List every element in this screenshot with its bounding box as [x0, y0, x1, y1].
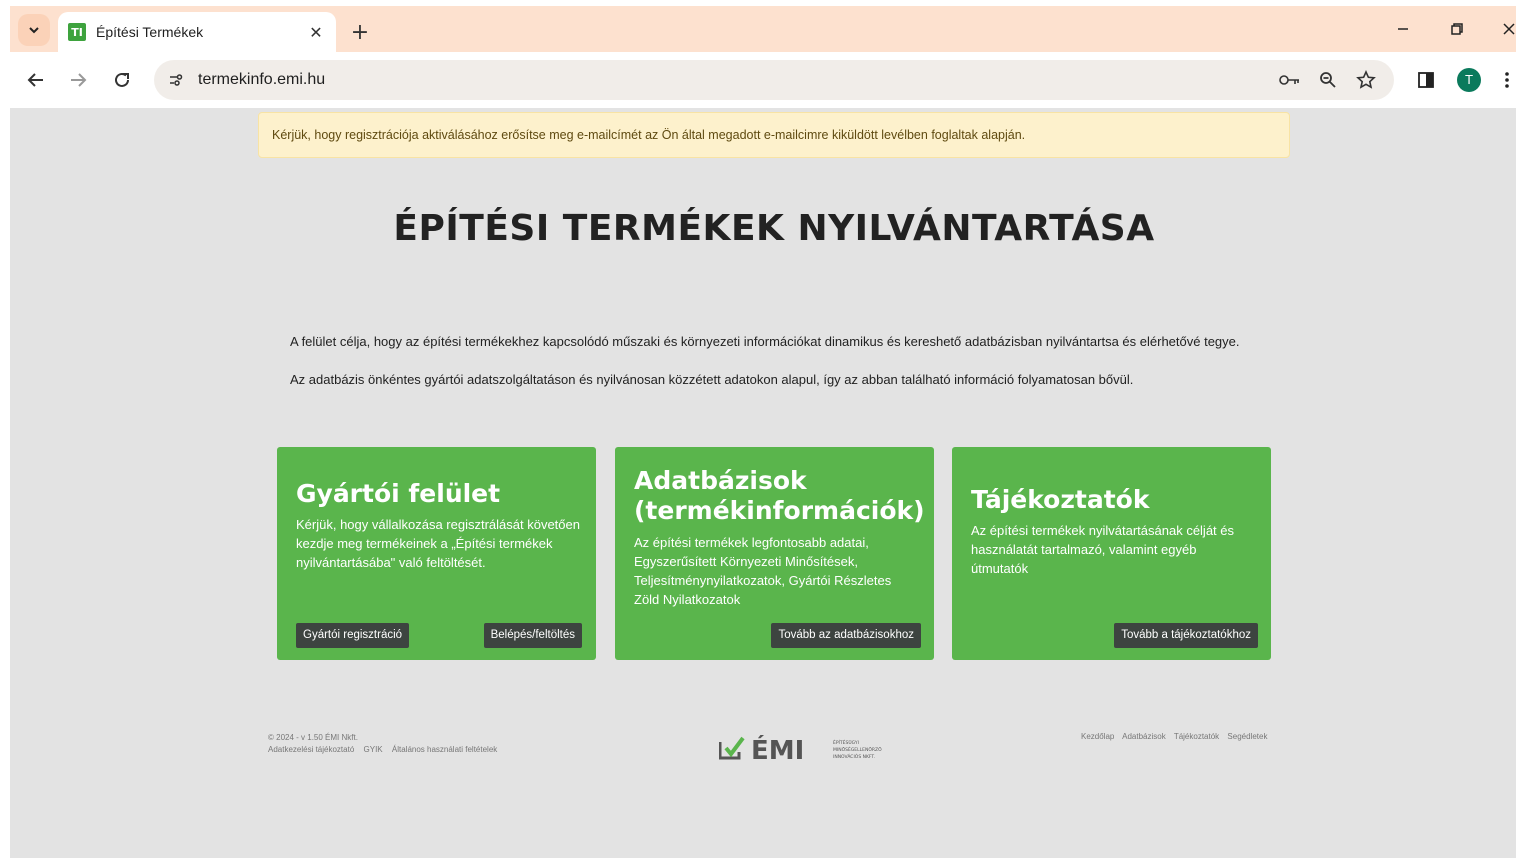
login-upload-button[interactable]: Belépés/feltöltés	[483, 623, 582, 648]
footer-left: © 2024 - v 1.50 ÉMI Nkft. Adatkezelési t…	[268, 732, 504, 756]
logo-text: ÉMI	[751, 734, 804, 762]
new-tab-icon[interactable]: +	[346, 18, 374, 46]
tab-title: Építési Termékek	[96, 24, 204, 40]
card-title: Gyártói felület	[296, 479, 501, 508]
card-title: Adatbázisok (termékinformációk)	[634, 466, 925, 525]
manufacturer-registration-button[interactable]: Gyártói regisztráció	[296, 623, 410, 648]
address-bar[interactable]: termekinfo.emi.hu	[154, 60, 1394, 100]
back-icon[interactable]	[20, 64, 52, 96]
card-databases: Adatbázisok (termékinformációk) Az építé…	[615, 447, 934, 660]
bookmark-star-icon[interactable]	[1354, 68, 1378, 92]
browser-tab[interactable]: TI Építési Termékek ✕	[58, 12, 336, 52]
logo-subtext: ÉPÍTÉSÜGYI	[833, 738, 859, 746]
logo-subtext: INNOVÁCIÓS NKFT.	[833, 753, 875, 760]
profile-avatar[interactable]: T	[1455, 66, 1483, 94]
copyright-text: © 2024 - v 1.50 ÉMI Nkft.	[268, 733, 358, 742]
footer-link-home[interactable]: Kezdőlap	[1081, 732, 1114, 741]
zoom-icon[interactable]	[1316, 68, 1340, 92]
page-title: ÉPÍTÉSI TERMÉKEK NYILVÁNTARTÁSA	[393, 208, 1155, 249]
forward-icon[interactable]	[62, 64, 94, 96]
site-favicon-icon: TI	[68, 23, 86, 41]
footer-link-guides[interactable]: Tájékoztatók	[1174, 732, 1219, 741]
footer-nav: Kezdőlap Adatbázisok Tájékoztatók Segédl…	[1081, 732, 1273, 741]
chevron-down-icon	[29, 27, 39, 34]
intro-paragraph: A felület célja, hogy az építési terméke…	[290, 334, 1240, 349]
card-description: Az építési termékek nyilvátartásának cél…	[971, 523, 1235, 576]
footer-link-faq[interactable]: GYIK	[364, 745, 383, 754]
intro-text: A felület célja, hogy az építési terméke…	[290, 332, 1240, 389]
footer-link-terms[interactable]: Általános használati feltételek	[392, 745, 497, 754]
site-settings-icon[interactable]	[162, 66, 190, 94]
footer-link-privacy[interactable]: Adatkezelési tájékoztató	[268, 745, 354, 754]
restore-icon[interactable]	[1442, 16, 1472, 42]
intro-paragraph: Az adatbázis önkéntes gyártói adatszolgá…	[290, 372, 1134, 387]
close-tab-icon[interactable]: ✕	[306, 22, 326, 42]
password-key-icon[interactable]	[1278, 68, 1302, 92]
side-panel-icon[interactable]	[1412, 66, 1440, 94]
tab-search-button[interactable]	[18, 14, 50, 46]
reload-icon[interactable]	[106, 64, 138, 96]
browser-chrome: TI Építési Termékek ✕ + termekinfo.emi.h…	[10, 6, 1516, 108]
activation-alert: Kérjük, hogy regisztrációja aktiválásáho…	[258, 112, 1290, 158]
footer-link-databases[interactable]: Adatbázisok	[1122, 732, 1166, 741]
card-title: Tájékoztatók	[971, 485, 1150, 514]
url-text: termekinfo.emi.hu	[198, 71, 326, 88]
logo-subtext: MINŐSÉGELLENŐRZŐ	[833, 745, 882, 753]
go-to-guides-button[interactable]: Tovább a tájékoztatókhoz	[1114, 623, 1258, 648]
page-content: Kérjük, hogy regisztrációja aktiválásáho…	[10, 108, 1516, 858]
emi-logo: ÉMI ÉPÍTÉSÜGYI MINŐSÉGELLENŐRZŐ INNOVÁCI…	[718, 734, 889, 766]
card-description: Az építési termékek legfontosabb adatai,…	[634, 535, 892, 607]
card-description: Kérjük, hogy vállalkozása regisztrálását…	[296, 517, 580, 570]
card-guides: Tájékoztatók Az építési termékek nyilvát…	[952, 447, 1271, 660]
close-window-icon[interactable]	[1494, 16, 1516, 42]
footer-link-aids[interactable]: Segédletek	[1227, 732, 1267, 741]
go-to-databases-button[interactable]: Tovább az adatbázisokhoz	[771, 623, 921, 648]
browser-toolbar: termekinfo.emi.hu T	[10, 52, 1516, 108]
card-manufacturer: Gyártói felület Kérjük, hogy vállalkozás…	[277, 447, 596, 660]
menu-kebab-icon[interactable]	[1498, 66, 1516, 94]
minimize-icon[interactable]	[1388, 16, 1418, 42]
